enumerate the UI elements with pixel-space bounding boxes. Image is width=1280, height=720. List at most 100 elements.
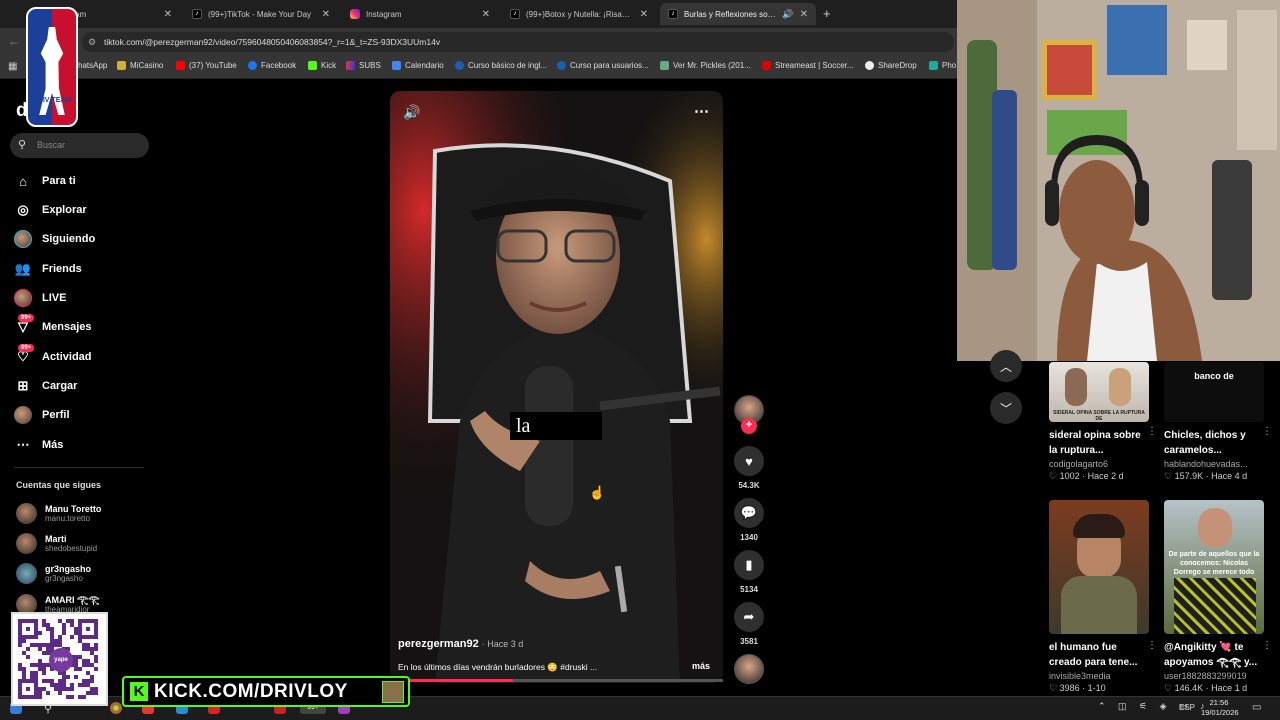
close-icon[interactable]: ✕ [322, 9, 330, 20]
qr-module [22, 651, 26, 655]
qr-module [86, 679, 90, 683]
share-icon[interactable]: ➦ [734, 602, 764, 632]
recommended-video-card[interactable]: De parte de aquellos que la conocemos: N… [1164, 500, 1272, 694]
qr-module [50, 643, 54, 647]
taskbar-clock[interactable]: 21:56 19/01/2026 [1201, 698, 1239, 718]
qr-module [50, 683, 54, 687]
search-input[interactable]: ⚲ Buscar [10, 133, 149, 158]
card-menu-icon[interactable]: ⋮ [1262, 640, 1272, 651]
sidebar-item-explorar[interactable]: ◎ Explorar [14, 199, 86, 221]
sidebar-item-actividad[interactable]: ♡ 99+ Actividad [14, 344, 92, 368]
bookmark-pho[interactable]: Pho [929, 61, 956, 70]
following-account[interactable]: gr3ngasho gr3ngasho [16, 563, 91, 584]
speaker-icon[interactable]: 🔊 [782, 9, 793, 20]
apps-grid-icon[interactable]: ▦ [8, 61, 17, 72]
sidebar-item-perfil[interactable]: Perfil [14, 404, 70, 426]
activity-icon: ♡ 99+ [14, 344, 35, 366]
bookmark-curso-usuarios[interactable]: Curso para usuarios... [557, 61, 649, 70]
notifications-icon[interactable]: ▭ [1252, 702, 1261, 713]
sidebar-item-mas[interactable]: ⋯ Más [14, 434, 64, 456]
video-thumbnail[interactable]: SIDERAL OPINA SOBRE LA RUPTURA DE [1049, 362, 1149, 422]
sharedrop-icon [865, 61, 874, 70]
share-action[interactable]: ➦ 3581 [734, 602, 764, 646]
qr-module [42, 651, 46, 655]
browser-tab-active[interactable]: ♪ Burlas y Reflexiones sobre el 🔊 ✕ [660, 3, 816, 25]
recommended-video-card[interactable]: el humano fue creado para tene... ⋮ invi… [1049, 500, 1157, 694]
qr-module [34, 695, 38, 699]
browser-tab-tiktok[interactable]: ♪ (99+)TikTok - Make Your Day ✕ [184, 3, 338, 25]
card-menu-icon[interactable]: ⋮ [1262, 426, 1272, 437]
previous-video-button[interactable]: ︿ [990, 350, 1022, 382]
bookmark-kick[interactable]: Kick [308, 61, 336, 70]
browser-tab-instagram-1[interactable]: gram ✕ [60, 3, 180, 25]
card-menu-icon[interactable]: ⋮ [1147, 426, 1157, 437]
qr-module [34, 663, 38, 667]
next-video-button[interactable]: ﹀ [990, 392, 1022, 424]
sound-avatar[interactable] [734, 654, 764, 684]
browser-tab-botox[interactable]: ♪ (99+)Botox y Nutella: ¡Risas o l ✕ [502, 3, 656, 25]
bookmark-youtube[interactable]: (37) YouTube [176, 61, 237, 70]
bookmark-curso-ingles[interactable]: Curso básico de ingl... [455, 61, 547, 70]
volume-icon[interactable]: 🔊 [403, 104, 420, 121]
video-thumbnail[interactable]: banco de [1164, 362, 1264, 422]
bookmark-streameast[interactable]: Streameast | Soccer... [762, 61, 854, 70]
qr-module [18, 667, 22, 671]
site-info-icon[interactable]: ⚙ [88, 37, 96, 48]
back-icon[interactable]: ← [8, 34, 20, 48]
tab-label: (99+)Botox y Nutella: ¡Risas o l [526, 9, 634, 19]
qr-module [18, 687, 22, 691]
bookmark-mr-pickles[interactable]: Ver Mr. Pickles (201... [660, 61, 751, 70]
qr-module [18, 623, 22, 627]
bookmark-facebook[interactable]: Facebook [248, 61, 296, 70]
qr-module [86, 683, 90, 687]
more-button[interactable]: más [692, 661, 710, 671]
bookmark-sharedrop[interactable]: ShareDrop [865, 61, 917, 70]
like-action[interactable]: ♥ 54.3K [734, 446, 764, 490]
bookmark-icon[interactable]: ▮ [734, 550, 764, 580]
bookmark-whatsapp[interactable]: hatsApp [78, 61, 107, 70]
sidebar-item-friends[interactable]: 👥 Friends [14, 258, 82, 280]
qr-module [38, 687, 42, 691]
sidebar-item-cargar[interactable]: ⊞ Cargar [14, 375, 78, 397]
qr-module [78, 667, 82, 671]
video-thumbnail[interactable]: De parte de aquellos que la conocemos: N… [1164, 500, 1264, 634]
sidebar-item-siguiendo[interactable]: Siguiendo [14, 228, 95, 250]
qr-module [18, 691, 22, 695]
bookmark-micasino[interactable]: MiCasino [117, 61, 163, 70]
save-action[interactable]: ▮ 5134 [734, 550, 764, 594]
following-account[interactable]: Marti shedobestupid [16, 533, 97, 554]
card-menu-icon[interactable]: ⋮ [1147, 640, 1157, 651]
qr-module [42, 687, 46, 691]
new-tab-icon[interactable]: + [823, 6, 831, 21]
video-author[interactable]: perezgerman92 · Hace 3 d [398, 638, 523, 650]
qr-module [38, 659, 42, 663]
video-progress-bar[interactable] [390, 679, 723, 682]
close-icon[interactable]: ✕ [640, 9, 648, 20]
comment-count: 1340 [740, 533, 758, 542]
sidebar-item-para-ti[interactable]: ⌂ Para ti [14, 170, 76, 192]
follow-button[interactable]: + [741, 418, 757, 434]
qr-module [86, 663, 90, 667]
bookmark-calendario[interactable]: Calendario [392, 61, 444, 70]
comment-icon[interactable]: 💬 [734, 498, 764, 528]
chrome-icon[interactable] [110, 702, 122, 714]
close-icon[interactable]: ✕ [164, 9, 172, 20]
video-thumbnail[interactable] [1049, 500, 1149, 634]
language-indicator[interactable]: ESP [1179, 703, 1195, 712]
bookmark-subs[interactable]: SUBS [346, 61, 381, 70]
more-options-icon[interactable]: ⋯ [694, 102, 709, 120]
sidebar-item-label: Cargar [42, 380, 78, 392]
sidebar-item-mensajes[interactable]: ▽ 99+ Mensajes [14, 314, 92, 338]
sidebar-item-live[interactable]: LIVE [14, 287, 66, 309]
person-body [1174, 578, 1256, 634]
close-icon[interactable]: ✕ [800, 9, 808, 20]
comment-action[interactable]: 💬 1340 [734, 498, 764, 542]
browser-tab-instagram[interactable]: Instagram ✕ [342, 3, 498, 25]
recommended-video-card[interactable]: banco de Chicles, dichos y caramelos... … [1164, 362, 1272, 482]
video-player[interactable] [390, 91, 723, 683]
following-account[interactable]: Manu Toretto manu.toretto [16, 503, 101, 524]
close-icon[interactable]: ✕ [482, 9, 490, 20]
heart-icon[interactable]: ♥ [734, 446, 764, 476]
recommended-video-card[interactable]: SIDERAL OPINA SOBRE LA RUPTURA DE sidera… [1049, 362, 1157, 482]
qr-module [34, 619, 38, 623]
